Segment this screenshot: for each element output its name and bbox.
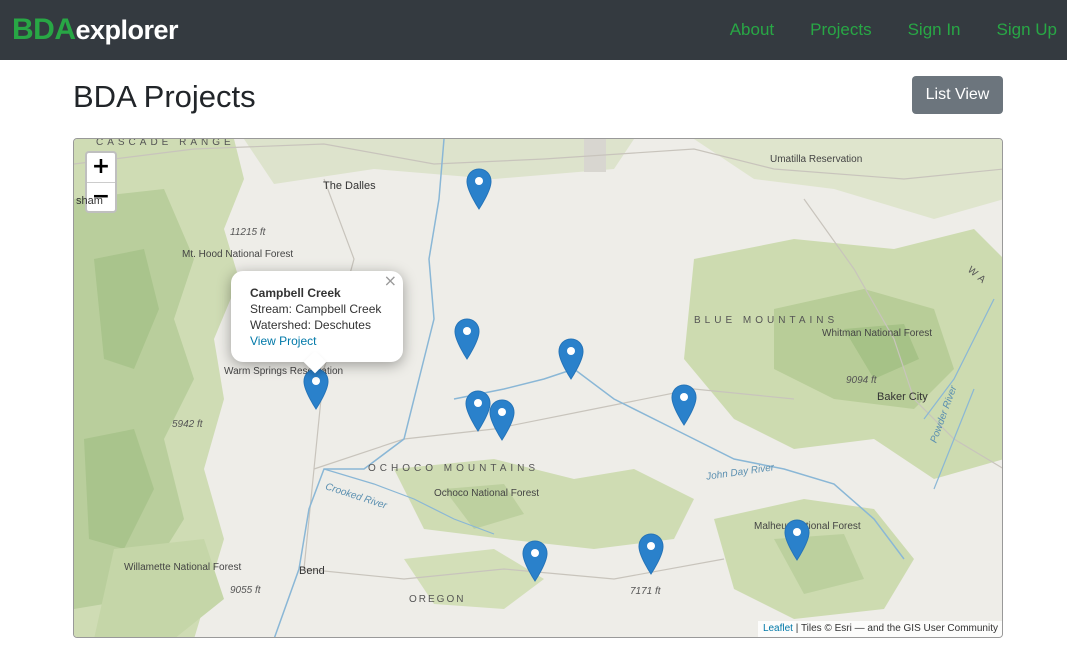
map-label-ochoco-nf: Ochoco National Forest <box>434 488 539 499</box>
map-marker-icon[interactable] <box>465 390 491 432</box>
map-marker-icon[interactable] <box>784 519 810 561</box>
map-marker-icon[interactable] <box>522 540 548 582</box>
project-map[interactable]: + − CASCADE RANGE The Dalles sham Umatil… <box>73 138 1003 638</box>
nav-links: About Projects Sign In Sign Up <box>694 0 1057 60</box>
map-label-elev-7171: 7171 ft <box>630 586 661 597</box>
map-label-elev-9055: 9055 ft <box>230 585 261 596</box>
map-label-elev-11215: 11215 ft <box>230 227 266 238</box>
navbar: BDAexplorer About Projects Sign In Sign … <box>0 0 1067 60</box>
list-view-button[interactable]: List View <box>912 76 1003 114</box>
nav-link-about[interactable]: About <box>730 20 774 40</box>
brand-logo[interactable]: BDAexplorer <box>12 12 179 48</box>
map-label-whitman: Whitman National Forest <box>822 328 932 339</box>
map-label-ochoco-mountains: OCHOCO MOUNTAINS <box>368 463 540 474</box>
nav-link-projects[interactable]: Projects <box>810 20 871 40</box>
zoom-in-button[interactable]: + <box>87 153 115 182</box>
popup-close-icon[interactable]: × <box>384 273 397 289</box>
nav-link-sign-in[interactable]: Sign In <box>908 20 961 40</box>
popup-stream: Stream: Campbell Creek <box>250 302 382 316</box>
map-label-warm-springs: Warm Springs Reservation <box>224 366 344 377</box>
popup-title: Campbell Creek <box>250 286 341 300</box>
map-label-baker-city: Baker City <box>877 391 928 403</box>
map-marker-icon[interactable] <box>671 384 697 426</box>
map-marker-icon[interactable] <box>638 533 664 575</box>
map-label-elev-5942: 5942 ft <box>172 419 203 430</box>
map-label-cascade-range: CASCADE RANGE <box>96 138 235 148</box>
map-marker-icon-selected[interactable] <box>303 368 329 410</box>
map-marker-icon[interactable] <box>558 338 584 380</box>
popup-watershed: Watershed: Deschutes <box>250 318 371 332</box>
map-label-elev-9094: 9094 ft <box>846 375 877 386</box>
map-label-bend: Bend <box>299 565 325 577</box>
brand-suffix: explorer <box>75 15 179 45</box>
map-attribution: Leaflet | Tiles © Esri — and the GIS Use… <box>757 621 1002 637</box>
map-label-blue-mountains: BLUE MOUNTAINS <box>694 315 839 326</box>
map-marker-icon[interactable] <box>489 399 515 441</box>
map-label-willamette: Willamette National Forest <box>124 562 242 573</box>
map-marker-icon[interactable] <box>454 318 480 360</box>
map-label-the-dalles: The Dalles <box>323 180 376 192</box>
map-label-mt-hood: Mt. Hood National Forest <box>182 249 294 260</box>
attribution-text: | Tiles © Esri — and the GIS User Commun… <box>792 623 998 634</box>
map-label-sham: sham <box>76 195 103 207</box>
brand-prefix: BDA <box>12 13 76 46</box>
map-marker-icon[interactable] <box>466 168 492 210</box>
map-label-umatilla: Umatilla Reservation <box>770 154 863 165</box>
view-project-link[interactable]: View Project <box>250 333 387 349</box>
project-popup: × Campbell Creek Stream: Campbell Creek … <box>231 271 403 374</box>
leaflet-link[interactable]: Leaflet <box>763 623 793 634</box>
nav-link-sign-up[interactable]: Sign Up <box>997 20 1057 40</box>
page-title: BDA Projects <box>73 79 256 114</box>
map-label-oregon: OREGON <box>409 594 466 605</box>
